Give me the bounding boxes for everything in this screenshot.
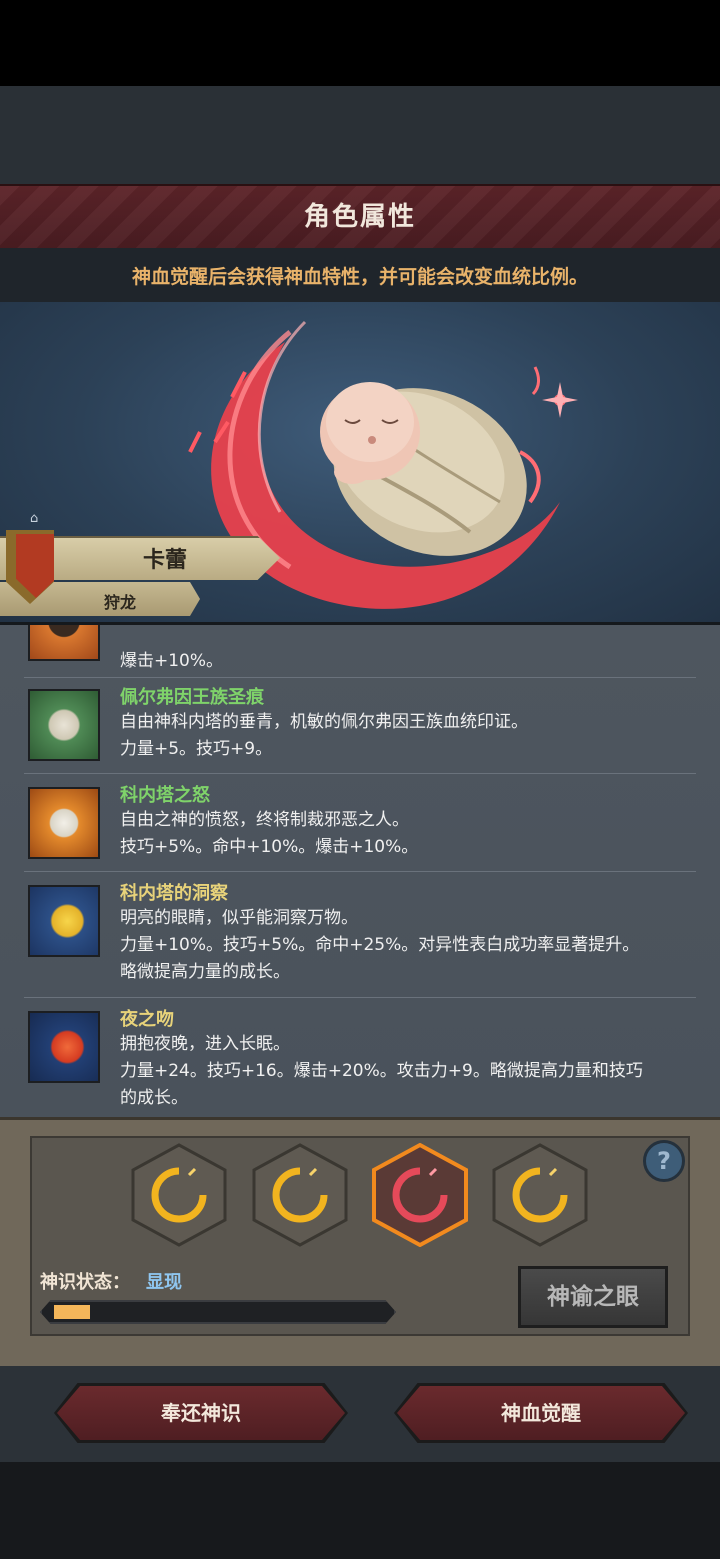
progress-fill xyxy=(54,1305,90,1319)
page-subtitle: 神血觉醒后会获得神血特性，并可能会改变血统比例。 xyxy=(131,266,588,288)
page-title: 角色属性 xyxy=(303,202,416,232)
divine-status-value: 显现 xyxy=(146,1272,182,1293)
trait-description: 自由之神的愤怒，终将制裁邪恶之人。 技巧+5%。命中+10%。爆击+10%。 xyxy=(120,810,419,857)
golden-moon-icon xyxy=(28,885,100,957)
divine-awaken-button[interactable]: 神血觉醒 xyxy=(397,1386,685,1440)
oracle-eye-button[interactable]: 神谕之眼 xyxy=(518,1266,668,1328)
trait-list[interactable]: 爆击+10%。 佩尔弗因王族圣痕 自由神科内塔的垂青，机敏的佩尔弗因王族血统印证… xyxy=(0,625,720,1117)
orange-eye-icon xyxy=(28,625,100,661)
divider xyxy=(24,677,696,678)
divine-status-label: 神识状态： xyxy=(40,1272,130,1293)
divine-slot-4[interactable] xyxy=(492,1143,588,1247)
smiling-sun-icon xyxy=(28,787,100,859)
divine-slot-1[interactable] xyxy=(131,1143,227,1247)
divine-slot-2[interactable] xyxy=(252,1143,348,1247)
trait-description: 拥抱夜晚，进入长眠。 力量+24。技巧+16。爆击+20%。攻击力+9。略微提高… xyxy=(120,1034,643,1108)
divine-slot-3-selected[interactable] xyxy=(372,1143,468,1247)
red-moon-icon xyxy=(28,1011,100,1083)
white-crescent-icon xyxy=(28,689,100,761)
trait-name: 科内塔之怒 xyxy=(120,785,210,806)
name-plate: 卡蕾 狩龙 xyxy=(0,530,290,620)
list-item: 爆击+10%。 xyxy=(24,625,696,673)
status-bar xyxy=(0,0,720,86)
help-button[interactable]: ? xyxy=(643,1140,685,1182)
trait-description: 自由神科内塔的垂青，机敏的佩尔弗因王族血统印证。 力量+5。技巧+9。 xyxy=(120,712,528,759)
character-name: 卡蕾 xyxy=(142,548,187,573)
trait-name: 科内塔的洞察 xyxy=(120,883,228,904)
character-class: 狩龙 xyxy=(103,593,136,612)
home-icon[interactable]: ⌂ xyxy=(30,512,46,526)
title-banner: 角色属性 xyxy=(0,184,720,250)
divider xyxy=(24,997,696,998)
trait-description: 爆击+10%。 xyxy=(120,651,224,671)
return-divine-button[interactable]: 奉还神识 xyxy=(57,1386,345,1440)
navigation-bar xyxy=(0,1462,720,1559)
trait-name: 佩尔弗因王族圣痕 xyxy=(120,687,264,708)
subtitle-bar: 神血觉醒后会获得神血特性，并可能会改变血统比例。 xyxy=(0,248,720,302)
divine-progress-bar xyxy=(40,1300,396,1324)
trait-description: 明亮的眼睛，似乎能洞察万物。 力量+10%。技巧+5%。命中+25%。对异性表白… xyxy=(120,908,640,982)
divider xyxy=(24,773,696,774)
trait-name: 夜之吻 xyxy=(120,1009,174,1030)
divider xyxy=(24,871,696,872)
